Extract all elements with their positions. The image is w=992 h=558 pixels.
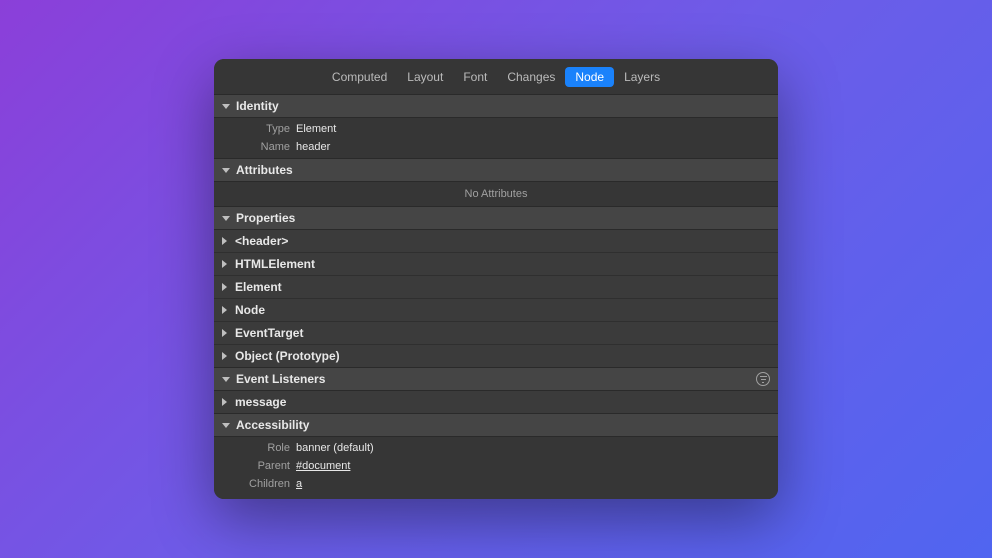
chevron-down-icon xyxy=(222,104,230,109)
property-label: <header> xyxy=(235,234,288,248)
section-body-identity: Type Element Name header xyxy=(214,118,778,158)
section-header-event-listeners[interactable]: Event Listeners xyxy=(214,367,778,391)
section-header-properties[interactable]: Properties xyxy=(214,206,778,230)
accessibility-children-value[interactable]: a xyxy=(296,475,778,493)
tab-font[interactable]: Font xyxy=(453,67,497,87)
chevron-down-icon xyxy=(222,216,230,221)
tab-changes[interactable]: Changes xyxy=(497,67,565,87)
chevron-right-icon xyxy=(222,283,227,291)
tab-bar: Computed Layout Font Changes Node Layers xyxy=(214,59,778,94)
property-row-eventtarget[interactable]: EventTarget xyxy=(214,322,778,345)
chevron-right-icon xyxy=(222,352,227,360)
property-row-object-prototype[interactable]: Object (Prototype) xyxy=(214,345,778,367)
section-body-attributes: No Attributes xyxy=(214,182,778,206)
tab-layers[interactable]: Layers xyxy=(614,67,670,87)
event-listener-row-message[interactable]: message xyxy=(214,391,778,413)
accessibility-parent-row: Parent #document xyxy=(214,457,778,475)
section-title-accessibility: Accessibility xyxy=(236,418,309,432)
identity-name-row: Name header xyxy=(214,138,778,156)
property-row-htmlelement[interactable]: HTMLElement xyxy=(214,253,778,276)
accessibility-role-row: Role banner (default) xyxy=(214,439,778,457)
section-body-properties: <header> HTMLElement Element Node EventT… xyxy=(214,230,778,367)
property-label: EventTarget xyxy=(235,326,303,340)
section-body-event-listeners: message xyxy=(214,391,778,413)
tab-node[interactable]: Node xyxy=(565,67,614,87)
chevron-right-icon xyxy=(222,398,227,406)
attributes-empty-note: No Attributes xyxy=(214,184,778,204)
accessibility-role-value: banner (default) xyxy=(296,439,778,457)
property-label: HTMLElement xyxy=(235,257,315,271)
section-title-event-listeners: Event Listeners xyxy=(236,372,325,386)
accessibility-parent-value[interactable]: #document xyxy=(296,457,778,475)
identity-type-label: Type xyxy=(214,120,296,138)
chevron-down-icon xyxy=(222,423,230,428)
inspector-panel: Computed Layout Font Changes Node Layers… xyxy=(214,59,778,499)
section-title-properties: Properties xyxy=(236,211,295,225)
section-header-accessibility[interactable]: Accessibility xyxy=(214,413,778,437)
chevron-right-icon xyxy=(222,237,227,245)
section-header-attributes[interactable]: Attributes xyxy=(214,158,778,182)
accessibility-children-row: Children a xyxy=(214,475,778,493)
section-header-identity[interactable]: Identity xyxy=(214,94,778,118)
section-title-attributes: Attributes xyxy=(236,163,293,177)
property-row-header[interactable]: <header> xyxy=(214,230,778,253)
tab-computed[interactable]: Computed xyxy=(322,67,397,87)
chevron-down-icon xyxy=(222,377,230,382)
identity-type-row: Type Element xyxy=(214,120,778,138)
identity-type-value: Element xyxy=(296,120,778,138)
property-row-element[interactable]: Element xyxy=(214,276,778,299)
property-label: Node xyxy=(235,303,265,317)
tab-layout[interactable]: Layout xyxy=(397,67,453,87)
accessibility-parent-label: Parent xyxy=(214,457,296,475)
event-listener-label: message xyxy=(235,395,286,409)
chevron-down-icon xyxy=(222,168,230,173)
filter-icon[interactable] xyxy=(756,372,770,386)
property-label: Element xyxy=(235,280,282,294)
accessibility-role-label: Role xyxy=(214,439,296,457)
chevron-right-icon xyxy=(222,329,227,337)
accessibility-children-label: Children xyxy=(214,475,296,493)
property-row-node[interactable]: Node xyxy=(214,299,778,322)
chevron-right-icon xyxy=(222,306,227,314)
chevron-right-icon xyxy=(222,260,227,268)
section-title-identity: Identity xyxy=(236,99,279,113)
property-label: Object (Prototype) xyxy=(235,349,340,363)
section-body-accessibility: Role banner (default) Parent #document C… xyxy=(214,437,778,499)
identity-name-label: Name xyxy=(214,138,296,156)
identity-name-value: header xyxy=(296,138,778,156)
